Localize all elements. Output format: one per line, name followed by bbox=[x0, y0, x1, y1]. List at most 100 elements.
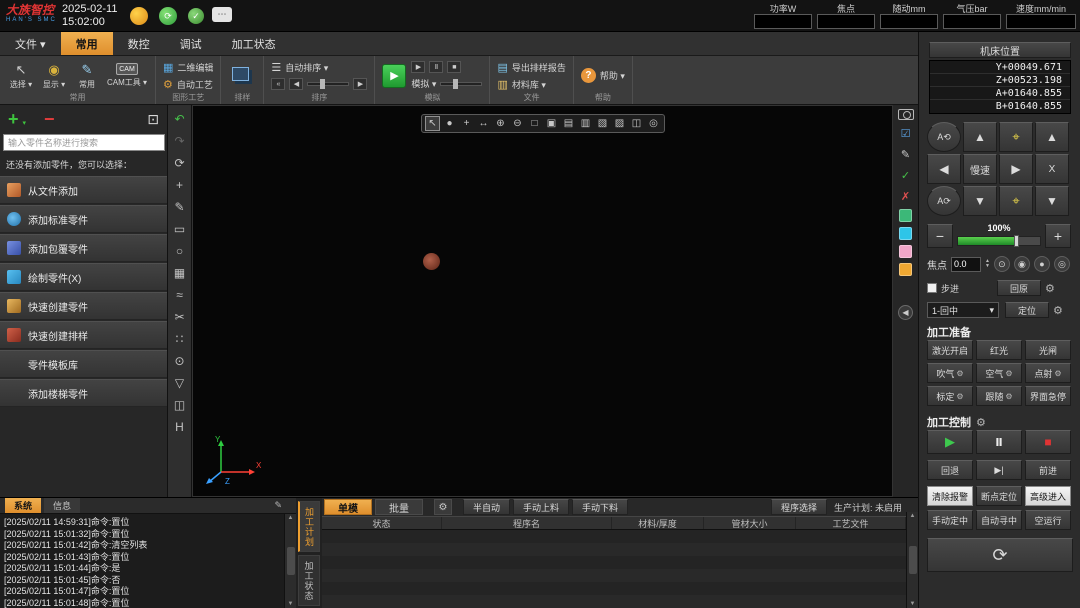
single-step-button[interactable]: ▶| bbox=[976, 460, 1022, 480]
scroll-down-icon[interactable]: ▼ bbox=[288, 601, 294, 607]
array-grid-icon[interactable]: ▦ bbox=[171, 264, 189, 282]
layer-pink-swatch[interactable] bbox=[899, 245, 912, 258]
jog-right-button[interactable]: ▶ bbox=[999, 154, 1033, 184]
speed-handle[interactable] bbox=[1014, 235, 1019, 247]
machine-position-button[interactable]: 机床位置 bbox=[929, 42, 1071, 58]
redo-icon[interactable]: ↷ bbox=[171, 132, 189, 150]
log-list[interactable]: [2025/02/11 14:59:31]命令:置位 [2025/02/11 1… bbox=[0, 514, 296, 608]
air-settings-icon[interactable]: ⚙ bbox=[1005, 369, 1012, 378]
sort-next-button[interactable]: ▶ bbox=[353, 78, 367, 90]
display-tool[interactable]: ◉ 显示 ▾ bbox=[40, 62, 68, 90]
sort-prev-button[interactable]: ◀ bbox=[289, 78, 303, 90]
auto-process-tool[interactable]: ⚙ 自动工艺 bbox=[163, 78, 213, 91]
point-select-icon[interactable]: ● bbox=[442, 116, 457, 131]
calibrate-settings-icon[interactable]: ⚙ bbox=[956, 392, 963, 401]
add-part-dropdown-icon[interactable]: ▾ bbox=[23, 119, 27, 127]
start-button[interactable]: ▶ bbox=[927, 430, 973, 454]
pause-button[interactable]: Ⅱ bbox=[976, 430, 1022, 454]
layer-orange-swatch[interactable] bbox=[899, 263, 912, 276]
focus-action-button-1[interactable]: ⊙ bbox=[994, 256, 1010, 272]
step-back-button[interactable]: 回退 bbox=[927, 460, 973, 480]
sort-slider[interactable] bbox=[307, 82, 349, 86]
scroll-thumb[interactable] bbox=[909, 546, 917, 574]
nest-tool[interactable] bbox=[228, 65, 256, 87]
auto-sort-tool[interactable]: ☰ 自动排序 ▾ bbox=[271, 61, 367, 74]
layer-green-swatch[interactable] bbox=[899, 209, 912, 222]
view-front-icon[interactable]: ▤ bbox=[561, 116, 576, 131]
tab-machining-state[interactable]: 加工状态 bbox=[298, 555, 320, 606]
center-view-icon[interactable]: ◎ bbox=[646, 116, 661, 131]
simulate-start-button[interactable]: ▶ bbox=[382, 64, 406, 88]
menu-common[interactable]: 常用 bbox=[61, 32, 113, 55]
array-dots-icon[interactable]: ∷ bbox=[171, 330, 189, 348]
view-all-icon[interactable]: ◫ bbox=[629, 116, 644, 131]
camera-icon[interactable] bbox=[898, 109, 914, 120]
home-button[interactable]: 回原 bbox=[997, 280, 1041, 296]
select-check-icon[interactable]: ☑ bbox=[898, 125, 914, 141]
canvas-select-icon[interactable]: ↖ bbox=[425, 116, 440, 131]
scroll-up-icon[interactable]: ▲ bbox=[288, 515, 294, 521]
menu-debug[interactable]: 调试 bbox=[165, 32, 217, 55]
chamfer-icon[interactable]: ▽ bbox=[171, 374, 189, 392]
cam-tools[interactable]: CAM CAM工具 ▾ bbox=[106, 63, 148, 88]
nozzle-light-down-button[interactable]: ⌖ bbox=[999, 186, 1033, 216]
speed-minus-button[interactable]: − bbox=[927, 224, 953, 248]
sync-status-icon[interactable]: ⟳ bbox=[159, 7, 177, 25]
rotate-a-cw-button[interactable]: A⟳ bbox=[927, 186, 961, 216]
program-select-button[interactable]: 程序选择 bbox=[771, 499, 827, 515]
part-search-input[interactable] bbox=[3, 134, 165, 151]
ui-estop-button[interactable]: 界面急停 bbox=[1025, 386, 1071, 406]
ok-status-icon[interactable]: ✓ bbox=[188, 8, 204, 24]
robot-icon[interactable]: ⊡ bbox=[147, 111, 159, 128]
focus-spinner[interactable]: ▲▼ bbox=[985, 259, 990, 269]
control-settings-icon[interactable]: ⚙ bbox=[976, 416, 986, 429]
export-report-tool[interactable]: ▤ 导出排样报告 bbox=[497, 61, 565, 74]
centering-mode-select[interactable]: 1-回中 ▾ bbox=[927, 302, 999, 318]
sim-pause-button[interactable]: Ⅱ bbox=[429, 61, 443, 73]
edit-2d-tool[interactable]: ▦ 二维编辑 bbox=[163, 61, 213, 74]
jog-down-button[interactable]: ▼ bbox=[963, 186, 997, 216]
manual-center-button[interactable]: 手动定中 bbox=[927, 510, 973, 530]
tab-single-mode[interactable]: 单模 bbox=[324, 499, 372, 515]
add-part-button[interactable]: + bbox=[8, 110, 19, 128]
delete-icon[interactable]: ✗ bbox=[898, 188, 914, 204]
shutter-button[interactable]: 光闸 bbox=[1025, 340, 1071, 360]
follow-settings-icon[interactable]: ⚙ bbox=[1005, 392, 1012, 401]
trim-icon[interactable]: ✂ bbox=[171, 308, 189, 326]
focus-action-button-4[interactable]: ◎ bbox=[1054, 256, 1070, 272]
air-button[interactable]: 空气 ⚙ bbox=[976, 363, 1022, 383]
step-checkbox[interactable] bbox=[927, 283, 937, 293]
step-forward-button[interactable]: 前进 bbox=[1025, 460, 1071, 480]
remove-part-button[interactable]: − bbox=[44, 109, 55, 130]
rotate-a-ccw-button[interactable]: A⟲ bbox=[927, 122, 961, 152]
curve-icon[interactable]: ≈ bbox=[171, 286, 189, 304]
red-light-button[interactable]: 红光 bbox=[976, 340, 1022, 360]
zoom-window-icon[interactable]: □ bbox=[527, 116, 542, 131]
log-scrollbar[interactable]: ▲ ▼ bbox=[284, 514, 296, 608]
focus-input[interactable] bbox=[951, 257, 981, 272]
layer-cyan-swatch[interactable] bbox=[899, 227, 912, 240]
edit-log-icon[interactable]: ✎ bbox=[274, 500, 282, 511]
simulate-tool[interactable]: 模拟 ▾ bbox=[411, 77, 482, 90]
tube-cross-section[interactable] bbox=[423, 253, 440, 270]
add-point-icon[interactable]: + bbox=[459, 116, 474, 131]
scroll-down-icon[interactable]: ▼ bbox=[910, 601, 916, 607]
rectangle-icon[interactable]: ▭ bbox=[171, 220, 189, 238]
draw-line-icon[interactable]: ✎ bbox=[171, 198, 189, 216]
collapse-panel-button[interactable]: ◀ bbox=[898, 305, 913, 320]
menu-machining-status[interactable]: 加工状态 bbox=[217, 32, 291, 55]
sim-play-button[interactable]: ▶ bbox=[411, 61, 425, 73]
sim-speed-slider[interactable] bbox=[440, 82, 482, 86]
slow-speed-button[interactable]: 慢速 bbox=[963, 154, 997, 184]
breakpoint-locate-button[interactable]: 断点定位 bbox=[976, 486, 1022, 506]
confirm-icon[interactable]: ✓ bbox=[898, 167, 914, 183]
tab-system[interactable]: 系统 bbox=[5, 498, 41, 513]
tube-profile-icon[interactable]: ◫ bbox=[171, 396, 189, 414]
quick-create-part-item[interactable]: 快速创建零件 bbox=[0, 292, 167, 320]
undo-icon[interactable]: ↶ bbox=[171, 110, 189, 128]
sim-speed-handle[interactable] bbox=[453, 79, 458, 89]
rotate-icon[interactable]: ⟳ bbox=[171, 154, 189, 172]
add-standard-part-item[interactable]: 添加标准零件 bbox=[0, 205, 167, 233]
refresh-button[interactable]: ⟳ bbox=[927, 538, 1073, 572]
part-template-library-item[interactable]: 零件模板库 bbox=[0, 350, 167, 378]
